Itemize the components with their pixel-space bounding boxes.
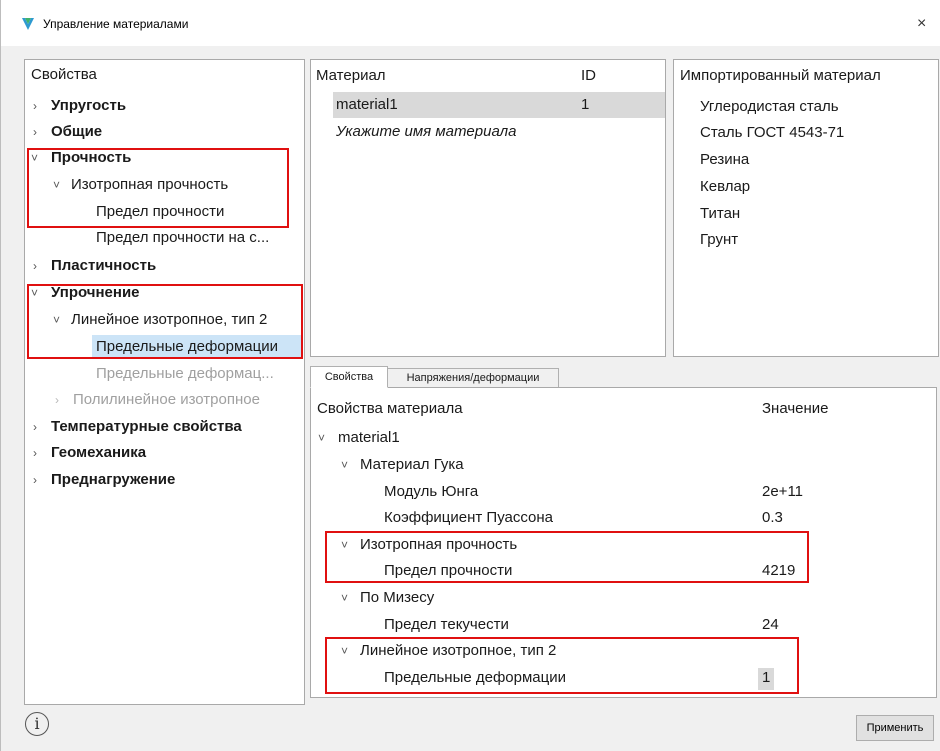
chevron-right-icon[interactable]: › — [33, 415, 37, 439]
properties-tree-header: Свойства — [31, 66, 97, 83]
prop-row-poisson-ratio[interactable]: Коэффициент Пуассона — [384, 506, 553, 530]
chevron-down-icon[interactable]: ˅ — [341, 533, 348, 557]
imported-material-item[interactable]: Сталь ГОСТ 4543-71 — [700, 121, 844, 145]
chevron-right-icon: › — [55, 393, 59, 407]
imported-materials-header: Импортированный материал — [680, 67, 881, 84]
material-row-id[interactable]: 1 — [581, 93, 589, 117]
chevron-down-icon[interactable]: ˅ — [31, 281, 38, 305]
prop-row-material1[interactable]: material1 — [338, 426, 400, 450]
tree-item-isotropic-strength[interactable]: Изотропная прочность — [71, 173, 228, 197]
chevron-right-icon[interactable]: › — [33, 468, 37, 492]
prop-row-linear-isotropic-type2[interactable]: Линейное изотропное, тип 2 — [360, 639, 556, 663]
chevron-right-icon[interactable]: › — [33, 441, 37, 465]
prop-value-young-modulus[interactable]: 2e+11 — [762, 480, 803, 504]
chevron-down-icon[interactable]: ˅ — [31, 146, 38, 170]
tree-item-preloading[interactable]: Преднагружение — [51, 468, 175, 492]
prop-row-ultimate-strains[interactable]: Предельные деформации — [384, 666, 566, 690]
prop-row-von-mises[interactable]: По Мизесу — [360, 586, 434, 610]
materials-col-name-header[interactable]: Материал — [316, 67, 386, 84]
material-properties-panel: Свойства материала Значение ˅ material1 … — [310, 387, 937, 698]
prop-row-young-modulus[interactable]: Модуль Юнга — [384, 480, 478, 504]
imported-materials-panel: Импортированный материал Углеродистая ст… — [673, 59, 939, 357]
tree-item-ultimate-strains-disabled: Предельные деформац... — [96, 365, 274, 382]
tree-item-ultimate-strength[interactable]: Предел прочности — [96, 200, 224, 224]
tree-item-geomechanics[interactable]: Геомеханика — [51, 441, 146, 465]
chevron-down-icon[interactable]: ˅ — [318, 426, 325, 450]
tree-item-hardening[interactable]: Упрочнение — [51, 281, 140, 305]
tree-item-ultimate-strength-compression[interactable]: Предел прочности на с... — [96, 226, 269, 250]
window-title: Управление материалами — [43, 17, 189, 31]
info-icon[interactable]: i — [25, 712, 49, 736]
prop-row-hooke-material[interactable]: Материал Гука — [360, 453, 464, 477]
new-material-name-placeholder[interactable]: Укажите имя материала — [336, 120, 516, 144]
chevron-right-icon[interactable]: › — [33, 120, 37, 144]
tree-item-plasticity[interactable]: Пластичность — [51, 254, 156, 278]
properties-col-value-header[interactable]: Значение — [762, 400, 829, 417]
prop-value-ultimate-strains[interactable]: 1 — [762, 666, 770, 690]
imported-material-item[interactable]: Углеродистая сталь — [700, 95, 839, 119]
tree-item-linear-isotropic-type2[interactable]: Линейное изотропное, тип 2 — [71, 308, 267, 332]
chevron-right-icon[interactable]: › — [33, 254, 37, 278]
app-logo-icon — [22, 18, 34, 30]
close-icon[interactable]: × — [917, 13, 939, 35]
prop-row-isotropic-strength[interactable]: Изотропная прочность — [360, 533, 517, 557]
chevron-down-icon[interactable]: ˅ — [53, 173, 60, 197]
title-bar: Управление материалами × — [1, 0, 940, 46]
chevron-down-icon[interactable]: ˅ — [53, 308, 60, 332]
properties-col-property-header[interactable]: Свойства материала — [317, 400, 463, 417]
prop-value-ultimate-strength[interactable]: 4219 — [762, 559, 795, 583]
imported-material-item[interactable]: Титан — [700, 202, 740, 226]
tree-item-general[interactable]: Общие — [51, 120, 102, 144]
materials-table-panel: Материал ID material1 1 Укажите имя мате… — [310, 59, 666, 357]
tree-item-elasticity[interactable]: Упругость — [51, 94, 126, 118]
chevron-down-icon[interactable]: ˅ — [341, 453, 348, 477]
tree-item-thermal-properties[interactable]: Температурные свойства — [51, 415, 242, 439]
apply-button[interactable]: Применить — [856, 715, 934, 741]
imported-material-item[interactable]: Кевлар — [700, 175, 750, 199]
prop-row-yield-strength[interactable]: Предел текучести — [384, 613, 509, 637]
properties-tree-panel: Свойства › Упругость › Общие ˅ Прочность… — [24, 59, 305, 705]
chevron-down-icon[interactable]: ˅ — [341, 639, 348, 663]
imported-material-item[interactable]: Резина — [700, 148, 749, 172]
material-row-name[interactable]: material1 — [336, 93, 398, 117]
material-manager-window: Управление материалами × Свойства › Упру… — [0, 0, 940, 751]
prop-value-yield-strength[interactable]: 24 — [762, 613, 779, 637]
tab-stress-strain[interactable]: Напряжения/деформации — [387, 368, 559, 388]
tree-item-multilinear-isotropic: Полилинейное изотропное — [73, 391, 260, 408]
materials-col-id-header[interactable]: ID — [581, 67, 596, 84]
tab-properties[interactable]: Свойства — [310, 366, 388, 388]
chevron-right-icon[interactable]: › — [33, 94, 37, 118]
chevron-down-icon[interactable]: ˅ — [341, 586, 348, 610]
tree-item-ultimate-strains[interactable]: Предельные деформации — [96, 335, 278, 359]
imported-material-item[interactable]: Грунт — [700, 228, 738, 252]
tree-item-strength[interactable]: Прочность — [51, 146, 131, 170]
prop-value-poisson-ratio[interactable]: 0.3 — [762, 506, 783, 530]
prop-row-ultimate-strength[interactable]: Предел прочности — [384, 559, 512, 583]
